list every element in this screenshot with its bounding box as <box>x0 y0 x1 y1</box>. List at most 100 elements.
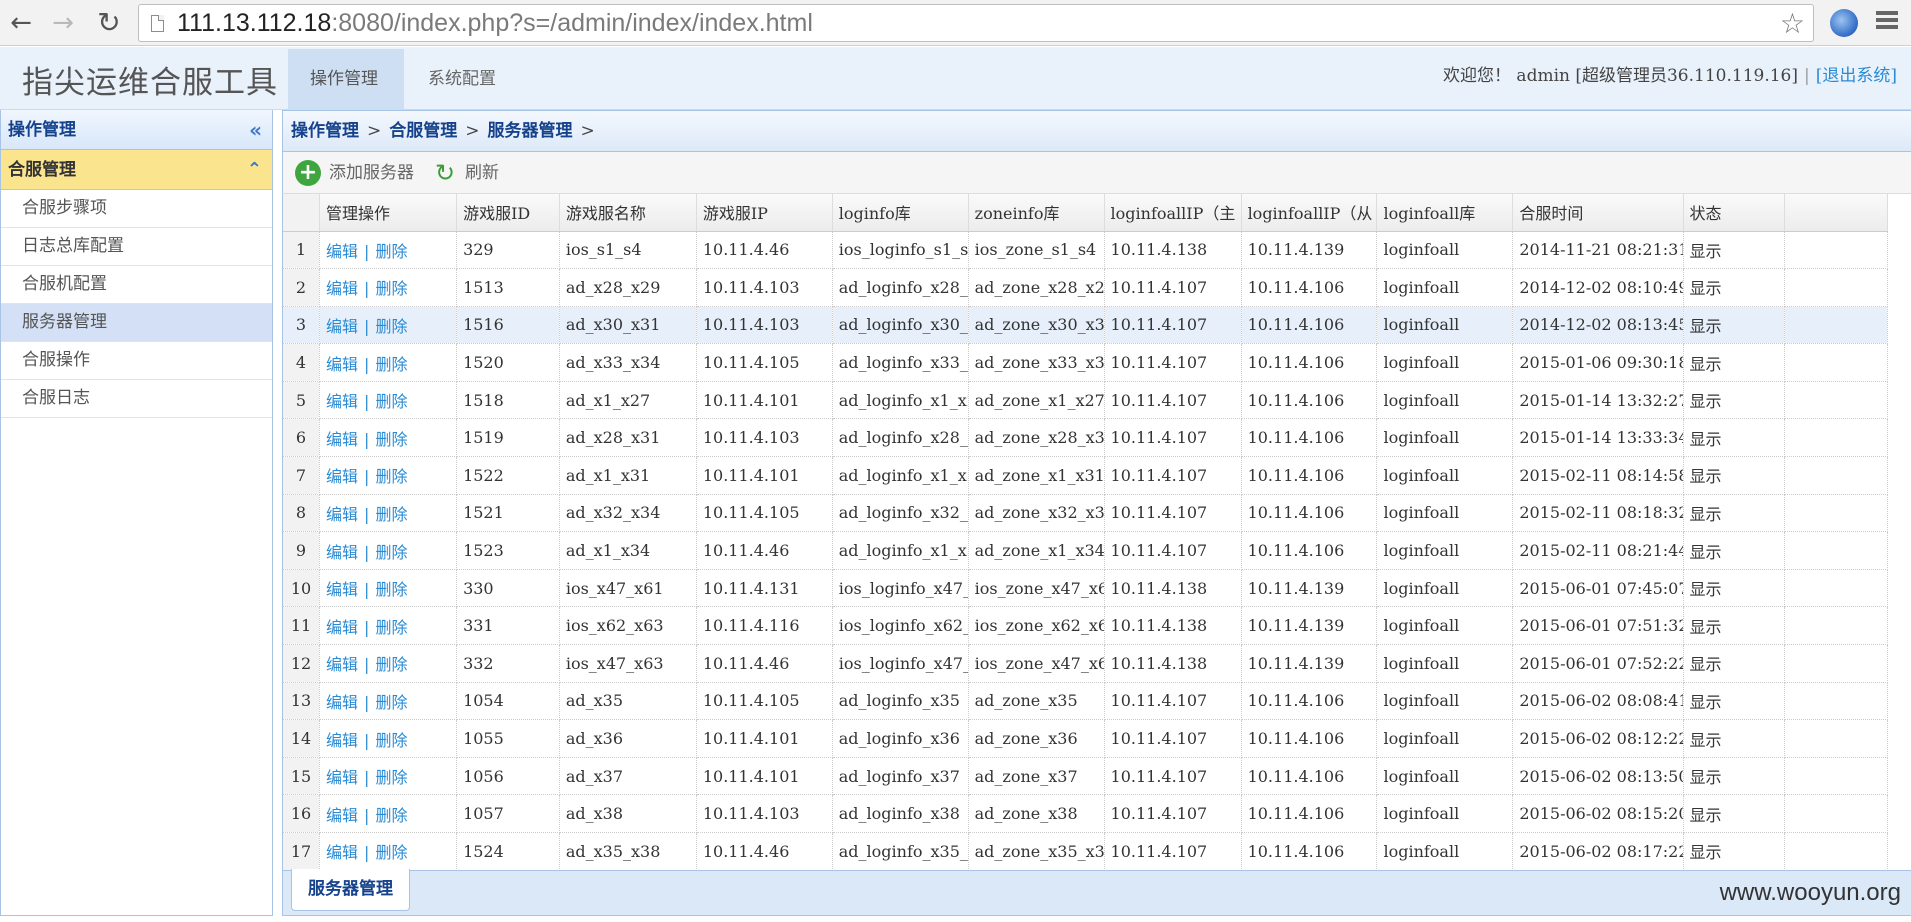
refresh-button[interactable]: ↻ 刷新 <box>435 160 499 186</box>
column-header[interactable]: 状态 <box>1683 194 1786 232</box>
table-row[interactable]: 16 编辑 | 删除 1057 ad_x38 10.11.4.103 ad_loginfo_x… <box>283 794 1888 833</box>
status-cell[interactable]: 显示 <box>1683 531 1786 570</box>
status-cell[interactable]: 显示 <box>1683 268 1786 307</box>
sidebar-group-merge[interactable]: 合服管理 ⌃ <box>1 150 272 190</box>
edit-link[interactable]: 编辑 <box>326 467 358 486</box>
collapse-left-icon[interactable]: « <box>249 110 262 150</box>
delete-link[interactable]: 删除 <box>375 317 407 336</box>
column-header[interactable]: loginfoallIP（从 <box>1241 194 1378 232</box>
delete-link[interactable]: 删除 <box>375 505 407 524</box>
edit-link[interactable]: 编辑 <box>326 843 358 862</box>
table-row[interactable]: 1 编辑 | 删除 329 ios_s1_s4 10.11.4.46 ios_loginfo_… <box>283 231 1888 270</box>
breadcrumb-item[interactable]: 合服管理 <box>389 121 457 141</box>
breadcrumb-item[interactable]: 服务器管理 <box>488 121 573 141</box>
tab-system-config[interactable]: 系统配置 <box>406 49 518 110</box>
status-cell[interactable]: 显示 <box>1683 794 1786 833</box>
edit-link[interactable]: 编辑 <box>326 693 358 712</box>
sidebar-item-server-management[interactable]: 服务器管理 <box>1 304 272 342</box>
table-row[interactable]: 12 编辑 | 删除 332 ios_x47_x63 10.11.4.46 ios_login… <box>283 644 1888 683</box>
table-row[interactable]: 5 编辑 | 删除 1518 ad_x1_x27 10.11.4.101 ad_loginfo… <box>283 381 1888 420</box>
status-cell[interactable]: 显示 <box>1683 381 1786 420</box>
collapse-up-icon[interactable]: ⌃ <box>247 150 262 190</box>
status-cell[interactable]: 显示 <box>1683 231 1786 270</box>
breadcrumb-item[interactable]: 操作管理 <box>291 121 359 141</box>
column-header[interactable]: loginfoallIP（主 <box>1104 194 1242 232</box>
table-row[interactable]: 3 编辑 | 删除 1516 ad_x30_x31 10.11.4.103 ad_loginf… <box>283 306 1888 345</box>
tab-operation-management[interactable]: 操作管理 <box>288 49 404 110</box>
delete-link[interactable]: 删除 <box>375 279 407 298</box>
edit-link[interactable]: 编辑 <box>326 543 358 562</box>
globe-icon[interactable] <box>1830 9 1858 37</box>
status-cell[interactable]: 显示 <box>1683 418 1786 458</box>
back-arrow-icon[interactable]: ← <box>6 8 36 38</box>
table-row[interactable]: 8 编辑 | 删除 1521 ad_x32_x34 10.11.4.105 ad_loginf… <box>283 494 1888 533</box>
table-row[interactable]: 4 编辑 | 删除 1520 ad_x33_x34 10.11.4.105 ad_loginf… <box>283 343 1888 382</box>
delete-link[interactable]: 删除 <box>375 806 407 825</box>
status-cell[interactable]: 显示 <box>1683 306 1786 345</box>
tab-server-management[interactable]: 服务器管理 <box>291 869 410 911</box>
edit-link[interactable]: 编辑 <box>326 806 358 825</box>
status-cell[interactable]: 显示 <box>1683 757 1786 796</box>
delete-link[interactable]: 删除 <box>375 580 407 599</box>
delete-link[interactable]: 删除 <box>375 693 407 712</box>
column-header[interactable]: loginfoall库 <box>1376 194 1514 232</box>
status-cell[interactable]: 显示 <box>1683 494 1786 533</box>
delete-link[interactable]: 删除 <box>375 618 407 637</box>
edit-link[interactable]: 编辑 <box>326 317 358 336</box>
status-cell[interactable]: 显示 <box>1683 569 1786 608</box>
url-text[interactable]: 111.13.112.18:8080/index.php?s=/admin/in… <box>177 9 813 38</box>
table-row[interactable]: 15 编辑 | 删除 1056 ad_x37 10.11.4.101 ad_loginfo_x… <box>283 757 1888 796</box>
logout-link[interactable]: [退出系统] <box>1816 66 1897 86</box>
edit-link[interactable]: 编辑 <box>326 242 358 261</box>
edit-link[interactable]: 编辑 <box>326 355 358 374</box>
add-server-button[interactable]: + 添加服务器 <box>295 160 414 186</box>
table-row[interactable]: 14 编辑 | 删除 1055 ad_x36 10.11.4.101 ad_loginfo_x… <box>283 719 1888 758</box>
delete-link[interactable]: 删除 <box>375 843 407 862</box>
table-row[interactable]: 17 编辑 | 删除 1524 ad_x35_x38 10.11.4.46 ad_loginf… <box>283 832 1888 870</box>
edit-link[interactable]: 编辑 <box>326 392 358 411</box>
table-row[interactable]: 11 编辑 | 删除 331 ios_x62_x63 10.11.4.116 ios_logi… <box>283 606 1888 646</box>
table-row[interactable]: 9 编辑 | 删除 1523 ad_x1_x34 10.11.4.46 ad_loginfo_… <box>283 531 1888 570</box>
edit-link[interactable]: 编辑 <box>326 618 358 637</box>
table-row[interactable]: 10 编辑 | 删除 330 ios_x47_x61 10.11.4.131 ios_logi… <box>283 569 1888 608</box>
edit-link[interactable]: 编辑 <box>326 505 358 524</box>
address-bar[interactable]: 111.13.112.18:8080/index.php?s=/admin/in… <box>138 4 1814 42</box>
status-cell[interactable]: 显示 <box>1683 456 1786 495</box>
delete-link[interactable]: 删除 <box>375 655 407 674</box>
edit-link[interactable]: 编辑 <box>326 580 358 599</box>
column-header[interactable]: 游戏服ID <box>456 194 560 232</box>
delete-link[interactable]: 删除 <box>375 467 407 486</box>
table-row[interactable]: 2 编辑 | 删除 1513 ad_x28_x29 10.11.4.103 ad_loginf… <box>283 268 1888 307</box>
table-row[interactable]: 7 编辑 | 删除 1522 ad_x1_x31 10.11.4.101 ad_loginfo… <box>283 456 1888 495</box>
column-header[interactable]: 管理操作 <box>319 194 458 232</box>
status-cell[interactable]: 显示 <box>1683 682 1786 721</box>
delete-link[interactable]: 删除 <box>375 731 407 750</box>
edit-link[interactable]: 编辑 <box>326 279 358 298</box>
status-cell[interactable]: 显示 <box>1683 343 1786 382</box>
status-cell[interactable]: 显示 <box>1683 719 1786 758</box>
edit-link[interactable]: 编辑 <box>326 768 358 787</box>
edit-link[interactable]: 编辑 <box>326 731 358 750</box>
star-icon[interactable]: ☆ <box>1780 7 1805 40</box>
edit-link[interactable]: 编辑 <box>326 430 358 449</box>
delete-link[interactable]: 删除 <box>375 543 407 562</box>
column-header[interactable]: 合服时间 <box>1512 194 1684 232</box>
status-cell[interactable]: 显示 <box>1683 832 1786 870</box>
column-header[interactable]: zoneinfo库 <box>968 194 1105 232</box>
delete-link[interactable]: 删除 <box>375 768 407 787</box>
delete-link[interactable]: 删除 <box>375 430 407 449</box>
edit-link[interactable]: 编辑 <box>326 655 358 674</box>
column-header[interactable]: 游戏服IP <box>696 194 833 232</box>
delete-link[interactable]: 删除 <box>375 355 407 374</box>
sidebar-item-merge-log[interactable]: 合服日志 <box>1 380 272 418</box>
column-header[interactable]: 游戏服名称 <box>559 194 697 232</box>
status-cell[interactable]: 显示 <box>1683 606 1786 646</box>
menu-icon[interactable] <box>1876 11 1898 33</box>
column-header[interactable]: loginfo库 <box>832 194 969 232</box>
forward-arrow-icon[interactable]: → <box>48 8 78 38</box>
delete-link[interactable]: 删除 <box>375 242 407 261</box>
table-row[interactable]: 6 编辑 | 删除 1519 ad_x28_x31 10.11.4.103 ad_loginf… <box>283 418 1888 458</box>
sidebar-item-merge-machine-config[interactable]: 合服机配置 <box>1 266 272 304</box>
delete-link[interactable]: 删除 <box>375 392 407 411</box>
sidebar-item-merge-steps[interactable]: 合服步骤项 <box>1 190 272 228</box>
